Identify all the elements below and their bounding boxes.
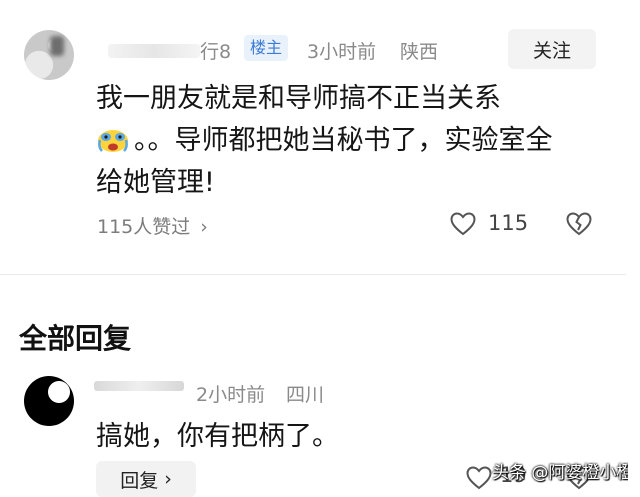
reply-time: 2小时前 — [196, 384, 266, 406]
broken-heart-icon[interactable] — [566, 212, 592, 236]
post-text-line-2: 。。导师都把她当秘书了，实验室全 — [134, 125, 553, 156]
post-text-line-3: 给她管理! — [96, 167, 215, 198]
post-author-avatar[interactable] — [24, 30, 74, 80]
follow-button[interactable]: 关注 — [508, 29, 596, 69]
post-author-name[interactable]: 行8 — [200, 37, 231, 64]
post-author-name-blurred[interactable] — [108, 44, 200, 58]
post-time: 3小时前 — [307, 41, 377, 63]
crying-emoji-icon — [98, 130, 128, 152]
heart-outline-icon[interactable] — [450, 212, 476, 236]
heart-outline-icon[interactable] — [466, 466, 492, 490]
right-edge-strip — [628, 0, 640, 490]
section-divider — [0, 274, 626, 275]
post-text-line-1: 我一朋友就是和导师搞不正当关系 — [96, 83, 501, 114]
all-replies-heading: 全部回复 — [19, 322, 132, 355]
chevron-right-icon: › — [164, 468, 172, 490]
source-watermark: 头条 @阿婆橙小橙 — [492, 463, 634, 483]
post-like-count: 115 — [488, 211, 529, 235]
reply-author-name-blurred[interactable] — [94, 381, 184, 391]
post-location: 陕西 — [400, 41, 439, 63]
reply-button[interactable]: 回复 › — [96, 461, 196, 497]
reply-body: 搞她，你有把柄了。 — [96, 421, 339, 452]
reply-button-label: 回复 — [120, 469, 159, 492]
reply-location: 四川 — [286, 384, 325, 406]
likes-summary-text: 115人赞过 — [97, 216, 191, 238]
author-badge: 楼主 — [244, 35, 289, 61]
chevron-right-icon: › — [200, 216, 208, 238]
reply-author-avatar[interactable] — [24, 376, 74, 426]
likes-summary-link[interactable]: 115人赞过 › — [97, 212, 208, 239]
post-body: 我一朋友就是和导师搞不正当关系 。。导师都把她当秘书了，实验室全 给她管理! — [96, 78, 626, 204]
